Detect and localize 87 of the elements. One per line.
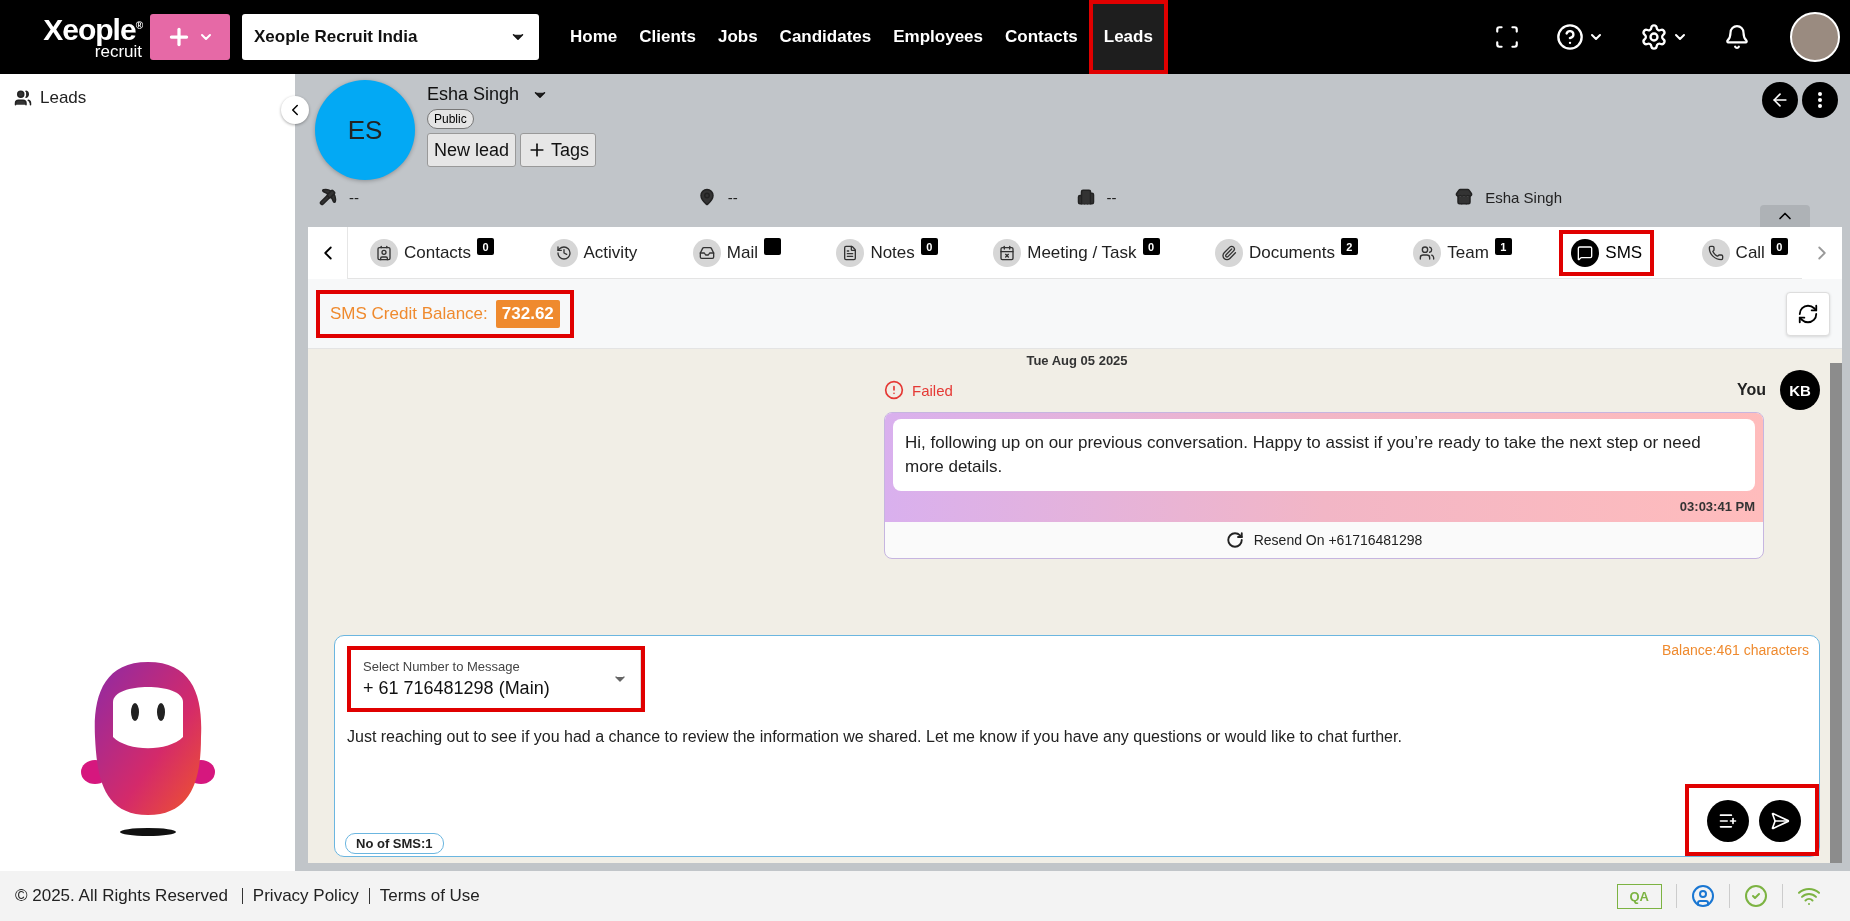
refresh-icon [1797,302,1819,325]
settings-icon[interactable] [1640,23,1668,51]
sms-count: No of SMS:1 [345,833,444,854]
sms-icon [1571,238,1600,267]
user-status-icon[interactable] [1691,884,1715,908]
company-select[interactable]: Xeople Recruit India [242,14,539,60]
visibility-tag: Public [427,109,474,129]
tags-button[interactable]: Tags [520,133,597,167]
copyright-text: © 2025. All Rights Reserved [15,886,228,906]
tab[interactable]: Call 0 [1693,229,1796,276]
nav-link[interactable]: Home [559,0,629,74]
credit-value: 732.62 [495,299,560,328]
sender-name: You [1736,381,1766,399]
more-icon [1818,92,1822,108]
send-icon [1770,811,1790,831]
user-avatar[interactable] [1790,12,1840,62]
refresh-icon [1225,530,1244,549]
team-icon [1413,238,1442,267]
count-badge: 0 [1142,238,1160,255]
template-button[interactable] [1707,800,1749,842]
count-badge: 0 [1770,238,1788,255]
send-button[interactable] [1759,800,1801,842]
message-input[interactable]: Just reaching out to see if you had a chance to review the information we shared. Let me know if you have any questions or would like to chat further. [347,728,1809,746]
count-badge: 0 [920,238,938,255]
lead-name: Esha Singh [427,84,520,105]
help-icon[interactable] [1556,23,1584,51]
tab[interactable]: Contacts 0 [362,229,503,276]
tab[interactable]: SMS [1559,229,1655,276]
collapse-sidebar-button[interactable] [281,96,309,124]
notifications-icon[interactable] [1724,24,1750,50]
nav-link[interactable]: Jobs [706,0,769,74]
nav-link[interactable]: Clients [628,0,707,74]
message-time: 03:03:41 PM [1679,498,1755,514]
footer-link[interactable]: Privacy Policy [241,888,369,904]
sidebar-item[interactable]: Leads [14,88,281,108]
nav-link[interactable]: Leads [1088,0,1168,74]
tab[interactable]: Team 1 [1405,229,1520,276]
field-value: -- [1106,188,1117,206]
nav-link[interactable]: Candidates [768,0,883,74]
date-divider: Tue Aug 05 2025 [1025,352,1129,370]
resend-link[interactable]: Resend On +61716481298 [885,521,1763,558]
meeting-icon [993,238,1022,267]
refresh-button[interactable] [1786,291,1830,336]
lead-avatar: ES [315,80,415,180]
check-status-icon[interactable] [1744,884,1768,908]
people-icon [14,89,32,107]
activity-icon [549,238,578,267]
status-button[interactable]: New lead [427,133,517,167]
mail-icon [692,238,721,267]
tab[interactable]: Activity [541,229,646,276]
count-badge: 0 [477,238,495,255]
notes-icon [836,238,865,267]
map-pin-icon [697,188,716,206]
documents-icon [1214,238,1243,267]
environment-tag: QA [1616,883,1662,909]
credit-label: SMS Credit Balance: [330,303,488,324]
building-icon [1076,188,1095,206]
tab[interactable]: Mail [684,229,789,276]
fullscreen-icon[interactable] [1494,24,1520,50]
compose-box[interactable] [334,635,1820,857]
message-text: Hi, following up on our previous conversation. Happy to assist if you’re ready to take the next step or need more details. [893,419,1755,491]
scrollbar-thumb[interactable] [1830,363,1842,863]
tab[interactable]: Documents 2 [1206,229,1366,276]
nav-link[interactable]: Employees [882,0,994,74]
number-select[interactable]: Select Number to Message + 61 716481298 (Main) [351,650,641,708]
count-badge: 1 [1494,238,1512,255]
sender-avatar: KB [1780,370,1820,410]
tab[interactable]: Notes 0 [828,229,946,276]
footer-link[interactable]: Terms of Use [368,888,490,904]
add-button[interactable] [150,14,230,60]
app-logo[interactable]: Xeople$^{®}$ recruit [10,14,142,60]
count-badge: 2 [1340,238,1358,255]
failed-status: Failed [884,380,953,400]
field-value: -- [727,188,738,206]
alert-icon [884,380,904,400]
pickaxe-icon [319,188,337,206]
call-icon [1701,238,1730,267]
nav-link[interactable]: Contacts [994,0,1089,74]
more-button[interactable] [1802,82,1838,118]
back-button[interactable] [1762,82,1798,118]
store-icon [1455,188,1474,206]
balance-text: Balance:461 characters [1661,642,1809,658]
field-value: -- [349,188,359,206]
field-value: Esha Singh [1485,188,1562,206]
tab[interactable]: Meeting / Task 0 [985,229,1168,276]
contacts-icon [370,238,398,267]
list-plus-icon [1718,811,1738,831]
